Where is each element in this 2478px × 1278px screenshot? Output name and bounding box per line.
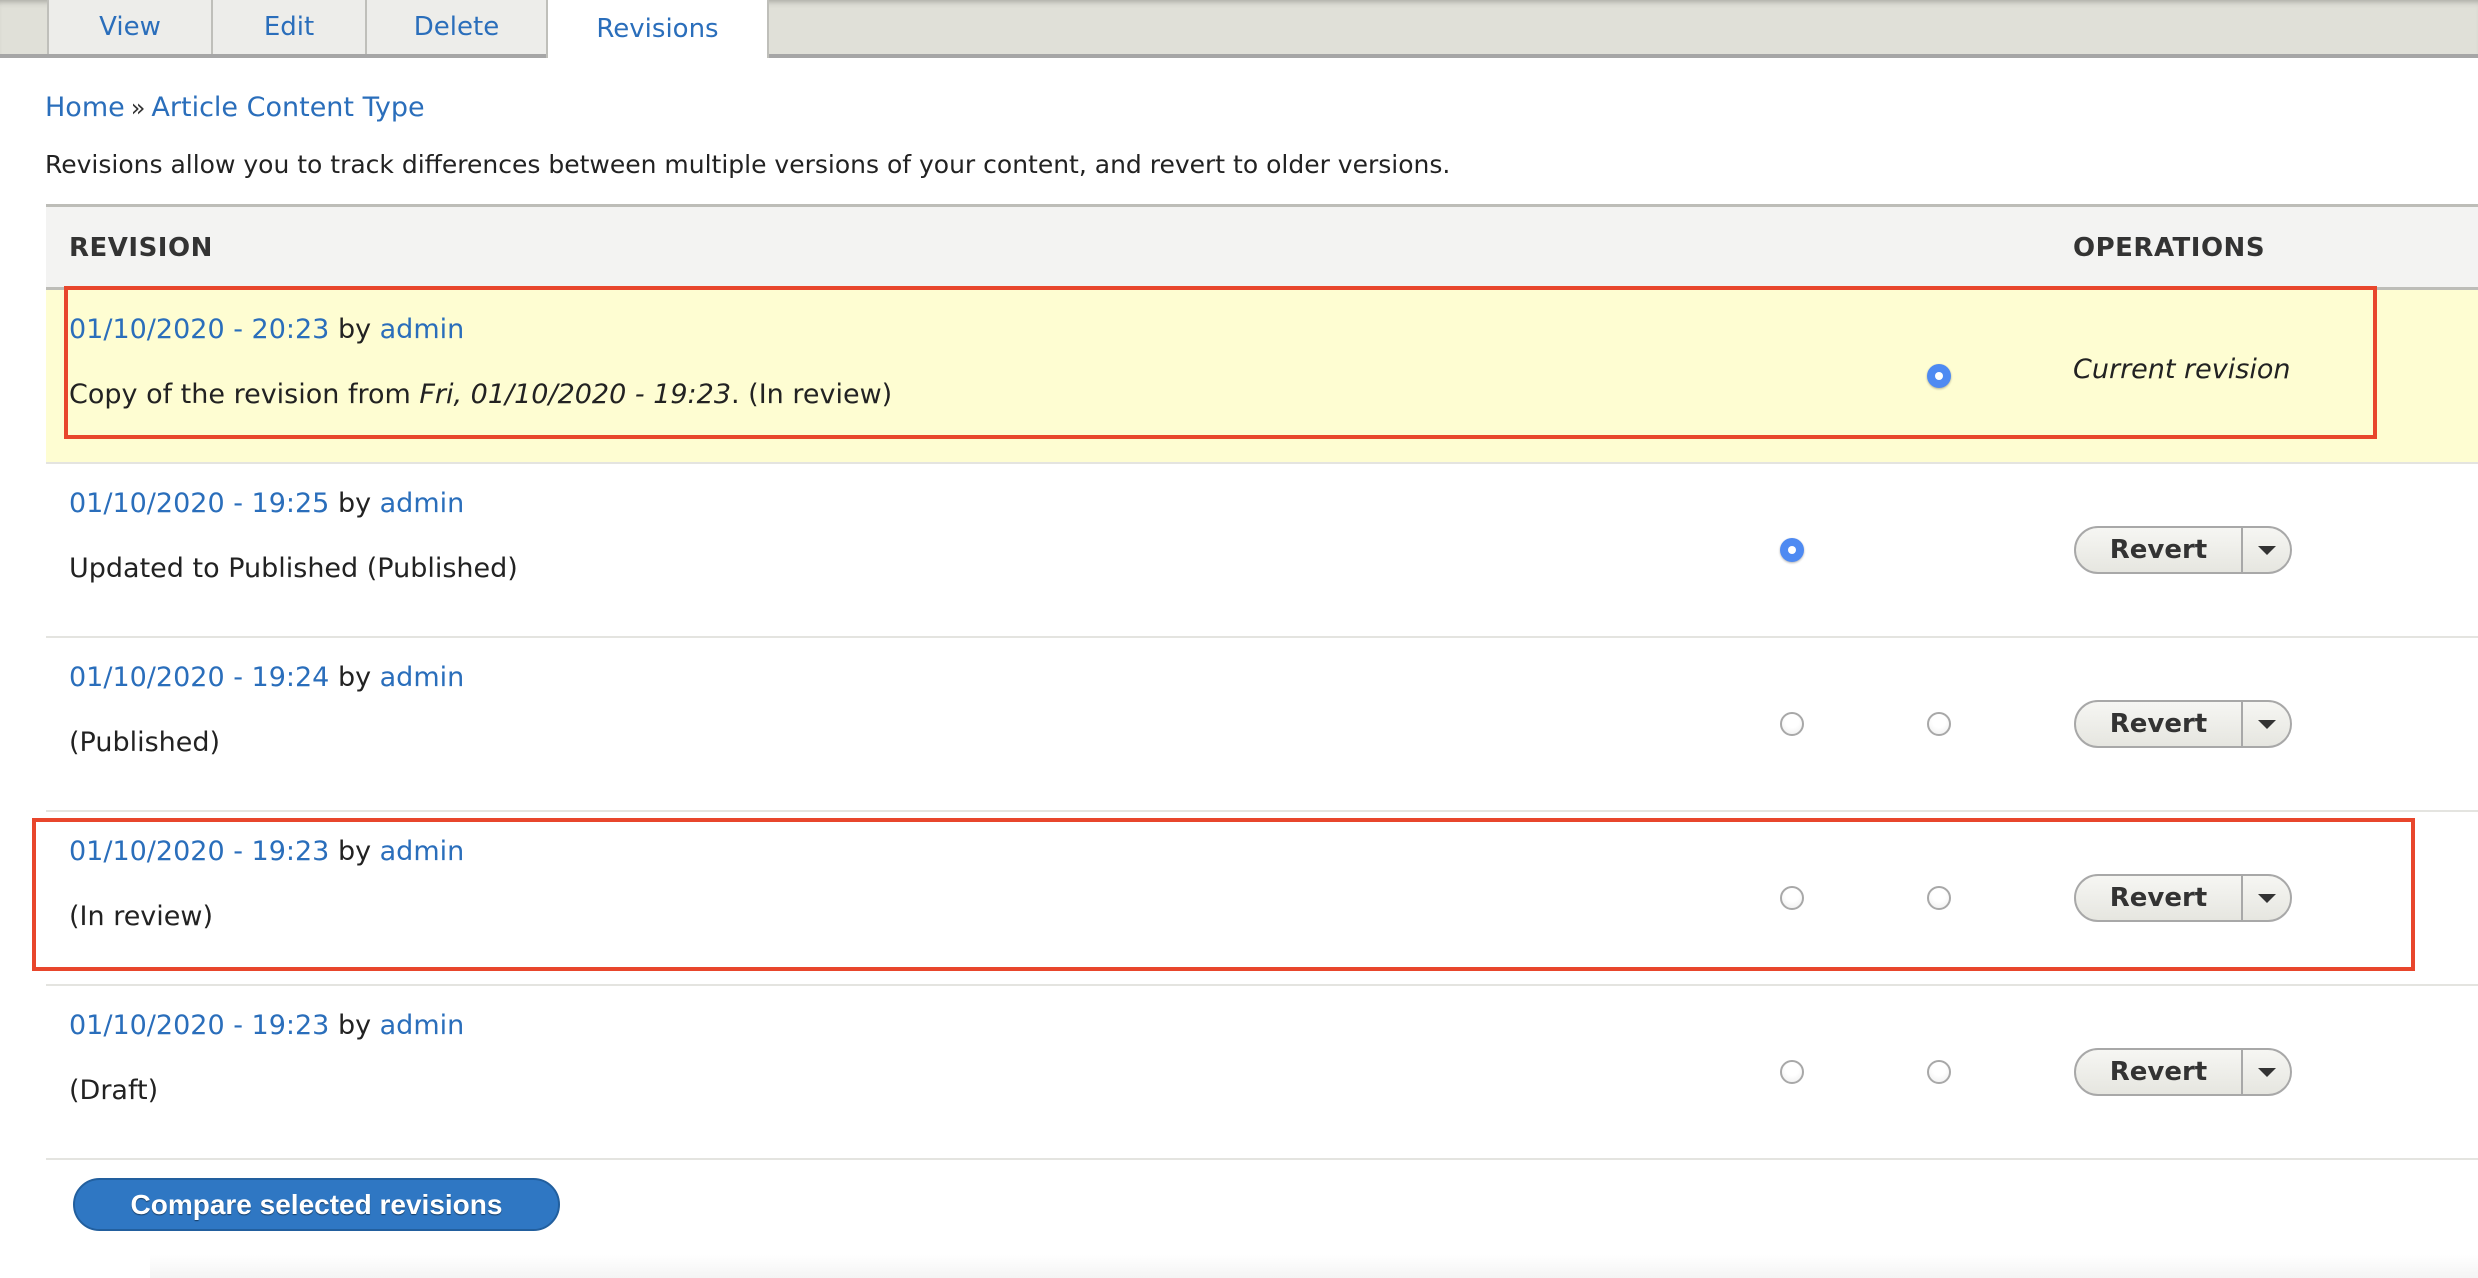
revision-log-message: (Published) (69, 727, 221, 758)
table-row: 01/10/2020 - 20:23 by admin Copy of the … (46, 290, 2478, 464)
breadcrumb-separator: » (130, 94, 146, 122)
compare-left-radio[interactable] (1780, 886, 1804, 910)
tab-delete[interactable]: Delete (365, 0, 546, 54)
footer-shade (150, 1255, 2478, 1278)
header-operations: OPERATIONS (2073, 233, 2266, 263)
revert-dropbutton: Revert (2074, 874, 2292, 922)
table-row: 01/10/2020 - 19:24 by admin (Published) … (46, 638, 2478, 812)
tab-view[interactable]: View (47, 0, 211, 54)
breadcrumb: Home» Article Content Type (45, 92, 425, 123)
compare-left-radio-checked[interactable] (1780, 538, 1804, 562)
revert-dropbutton: Revert (2074, 1048, 2292, 1096)
author-link[interactable]: admin (380, 314, 465, 345)
compare-right-radio[interactable] (1927, 886, 1951, 910)
revision-log-message: Copy of the revision from Fri, 01/10/202… (69, 379, 892, 410)
revision-log-message: (Draft) (69, 1075, 159, 1106)
compare-selected-revisions-button[interactable]: Compare selected revisions (73, 1178, 560, 1231)
caret-down-icon (2257, 1067, 2276, 1077)
by-text: by (337, 662, 380, 693)
revert-dropbutton: Revert (2074, 526, 2292, 574)
revision-date-link[interactable]: 01/10/2020 - 19:23 (69, 1010, 329, 1041)
compare-right-radio[interactable] (1927, 712, 1951, 736)
revert-dropdown-toggle[interactable] (2243, 528, 2290, 572)
revert-button[interactable]: Revert (2076, 1050, 2243, 1094)
revert-button[interactable]: Revert (2076, 702, 2243, 746)
compare-left-radio[interactable] (1780, 1060, 1804, 1084)
revert-dropdown-toggle[interactable] (2243, 876, 2290, 920)
revision-date-link[interactable]: 01/10/2020 - 19:25 (69, 488, 329, 519)
revision-date-link[interactable]: 01/10/2020 - 20:23 (69, 314, 329, 345)
author-link[interactable]: admin (380, 1010, 465, 1041)
author-link[interactable]: admin (380, 836, 465, 867)
by-text: by (337, 1010, 380, 1041)
tab-bar: View Edit Delete Revisions (0, 0, 2478, 58)
compare-left-radio[interactable] (1780, 712, 1804, 736)
revert-dropdown-toggle[interactable] (2243, 702, 2290, 746)
revert-dropbutton: Revert (2074, 700, 2292, 748)
tab-revisions[interactable]: Revisions (546, 0, 769, 58)
revert-dropdown-toggle[interactable] (2243, 1050, 2290, 1094)
by-text: by (337, 488, 380, 519)
log-prefix: Copy of the revision from (69, 379, 420, 410)
table-row: 01/10/2020 - 19:25 by admin Updated to P… (46, 464, 2478, 638)
log-suffix: . (In review) (731, 379, 893, 410)
caret-down-icon (2257, 893, 2276, 903)
by-text: by (337, 314, 380, 345)
author-link[interactable]: admin (380, 662, 465, 693)
revert-button[interactable]: Revert (2076, 528, 2243, 572)
compare-right-radio-checked[interactable] (1927, 364, 1951, 388)
revision-log-message: Updated to Published (Published) (69, 553, 518, 584)
revisions-table: REVISION OPERATIONS 01/10/2020 - 20:23 b… (46, 204, 2478, 1160)
current-revision-label: Current revision (2073, 354, 2291, 385)
tab-edit[interactable]: Edit (211, 0, 365, 54)
revision-date-link[interactable]: 01/10/2020 - 19:24 (69, 662, 329, 693)
revert-button[interactable]: Revert (2076, 876, 2243, 920)
revision-log-message: (In review) (69, 901, 214, 932)
compare-right-radio[interactable] (1927, 1060, 1951, 1084)
table-row: 01/10/2020 - 19:23 by admin (In review) … (46, 812, 2478, 986)
caret-down-icon (2257, 545, 2276, 555)
header-revision: REVISION (69, 233, 213, 263)
by-text: by (337, 836, 380, 867)
breadcrumb-article-content-type[interactable]: Article Content Type (151, 92, 424, 123)
caret-down-icon (2257, 719, 2276, 729)
table-header: REVISION OPERATIONS (46, 204, 2478, 290)
author-link[interactable]: admin (380, 488, 465, 519)
page-description: Revisions allow you to track differences… (45, 150, 1451, 179)
table-row: 01/10/2020 - 19:23 by admin (Draft) Reve… (46, 986, 2478, 1160)
revision-date-link[interactable]: 01/10/2020 - 19:23 (69, 836, 329, 867)
breadcrumb-home[interactable]: Home (45, 92, 125, 123)
log-source-date: Fri, 01/10/2020 - 19:23 (419, 379, 732, 410)
